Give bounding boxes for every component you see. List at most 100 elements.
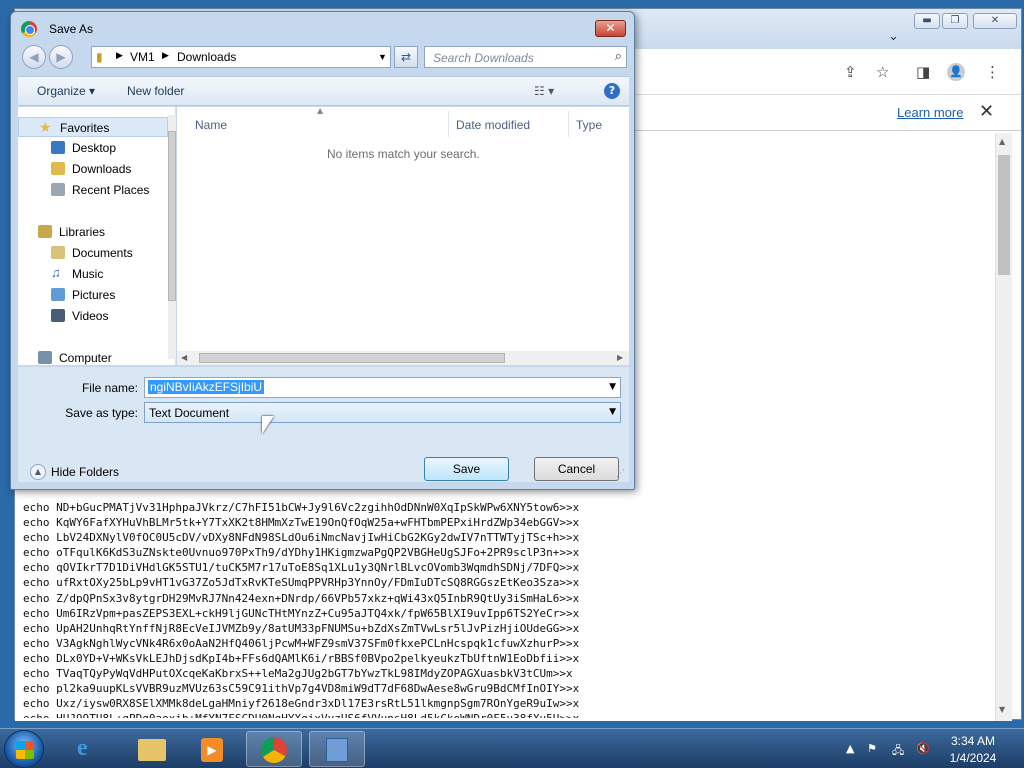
chrome-logo-icon [21,21,37,37]
menu-kebab-icon[interactable]: ⋮ [985,65,1000,80]
save-button[interactable]: Save [424,457,509,481]
nav-favorites[interactable]: ★ Favorites [18,117,168,137]
learn-more-link[interactable]: Learn more [897,105,963,120]
nav-scrollbar[interactable] [168,115,176,359]
help-icon[interactable]: ? [604,83,620,99]
forward-button[interactable]: ▶ [49,45,73,69]
taskbar-notepad[interactable] [309,731,365,767]
save-as-type-select[interactable]: Text Document ▼ [144,402,621,423]
refresh-button[interactable]: ⇄ [394,46,418,68]
downloads-folder-icon [51,162,65,175]
nav-libraries[interactable]: Libraries [18,222,168,242]
view-options-icon[interactable]: ☷ ▾ [534,84,554,98]
nav-downloads-label: Downloads [72,162,132,176]
address-dropdown-icon[interactable]: ▼ [378,52,387,62]
save-as-dialog: Save As ✕ ◀ ▶ ▮ ▶ VM1 ▶ Downloads ▼ ⇄ Se… [10,11,635,490]
media-player-icon: ▶ [201,738,223,762]
file-name-label: File name: [81,381,138,395]
file-name-value: ngiNBvIiAkzEFSjIbiU [148,380,265,394]
nav-videos[interactable]: Videos [18,306,168,326]
dialog-close-button[interactable]: ✕ [595,20,626,37]
recent-places-icon [51,183,65,196]
hide-folders-chevron-icon[interactable]: ▲ [30,464,46,480]
column-type[interactable]: Type [576,118,602,132]
bookmark-star-icon[interactable]: ☆ [876,65,889,80]
network-icon[interactable]: 🖧 [892,742,904,761]
chrome-icon [261,737,287,763]
nav-downloads[interactable]: Downloads [18,159,168,179]
nav-recent-label: Recent Places [72,183,150,197]
breadcrumb-vm1[interactable]: VM1 [130,50,155,64]
command-bar: Organize ▾ New folder ☷ ▾ ? [18,76,629,106]
side-panel-icon[interactable]: ◨ [916,65,930,80]
file-list-scrollbar-thumb[interactable] [199,353,505,363]
nav-music[interactable]: ♫ Music [18,264,168,284]
save-as-type-dropdown-icon[interactable]: ▼ [609,407,616,417]
file-name-dropdown-icon[interactable]: ▼ [609,382,616,392]
nav-recent-places[interactable]: Recent Places [18,180,168,200]
nav-scrollbar-thumb[interactable] [168,131,176,301]
new-folder-button[interactable]: New folder [127,84,184,98]
console-line: echo Um6IRzVpm+pasZEPS3EXL+ckH9ljGUNcTHt… [23,606,580,620]
scroll-up-arrow-icon[interactable]: ▲ [999,137,1005,146]
videos-icon [51,309,65,322]
clock-time[interactable]: 3:34 AM [938,734,1008,748]
breadcrumb-downloads[interactable]: Downloads [177,50,236,64]
file-name-input[interactable]: ngiNBvIiAkzEFSjIbiU ▼ [144,377,621,398]
address-bar[interactable]: ▮ ▶ VM1 ▶ Downloads ▼ [91,46,391,68]
organize-menu[interactable]: Organize ▾ [37,84,95,98]
nav-desktop-label: Desktop [72,141,117,155]
nav-documents[interactable]: Documents [18,243,168,263]
nav-desktop[interactable]: Desktop [18,138,168,158]
resize-grip-icon[interactable]: ⋰ [616,469,625,479]
hide-folders-button[interactable]: Hide Folders [51,465,119,479]
tab-search-icon[interactable]: ⌄ [888,29,899,44]
console-line: echo HUJ99TU8L+gPDg0aoxib+MfYN7FSCDU0NgH… [23,711,663,718]
empty-message: No items match your search. [327,147,480,161]
back-button[interactable]: ◀ [22,45,46,69]
file-list-scrollbar[interactable]: ◀ ▶ [177,351,629,365]
column-name[interactable]: Name [195,118,227,132]
action-center-icon[interactable]: ⚑ [867,742,877,755]
nav-computer[interactable]: Computer [18,348,168,368]
search-box[interactable]: Search Downloads ⌕ [424,46,627,68]
file-list: Name ▲ Date modified Type No items match… [177,106,629,365]
infobar-close-icon[interactable]: ✕ [979,101,994,122]
sort-arrow-icon: ▲ [317,106,324,115]
search-icon[interactable]: ⌕ [615,49,622,64]
dialog-title: Save As [49,22,94,36]
taskbar-internet-explorer[interactable]: e [63,731,119,767]
nav-pictures[interactable]: Pictures [18,285,168,305]
start-button[interactable] [4,730,44,768]
column-date-modified[interactable]: Date modified [456,118,530,132]
clock-date[interactable]: 1/4/2024 [938,751,1008,765]
star-icon: ★ [39,119,52,135]
column-divider[interactable] [448,111,449,137]
cancel-button[interactable]: Cancel [534,457,619,481]
maximize-button[interactable]: ❐ [942,13,968,29]
share-icon[interactable]: ⇪ [844,65,857,80]
console-line: echo KqWY6FafXYHuVhBLMr5tk+Y7TxXK2t8HMmX… [23,516,580,530]
mouse-cursor-icon [262,416,274,434]
libraries-icon [38,225,52,238]
taskbar-file-explorer[interactable] [124,731,180,767]
scroll-left-arrow-icon[interactable]: ◀ [181,353,187,362]
nav-pictures-label: Pictures [72,288,116,302]
desktop-icon [51,141,65,154]
scroll-right-arrow-icon[interactable]: ▶ [617,353,623,362]
close-window-button[interactable]: ✕ [973,13,1017,29]
page-scrollbar[interactable]: ▲ ▼ [995,133,1012,721]
show-hidden-icons-icon[interactable]: ▲ [846,742,854,755]
nav-documents-label: Documents [72,246,133,260]
profile-avatar-icon[interactable]: 👤 [947,63,965,81]
scroll-down-arrow-icon[interactable]: ▼ [999,705,1005,714]
volume-muted-icon[interactable]: 🔇 [916,742,930,755]
minimize-button[interactable]: ▬ [914,13,940,29]
taskbar-chrome[interactable] [246,731,302,767]
nav-videos-label: Videos [72,309,109,323]
taskbar-media-player[interactable]: ▶ [185,731,241,767]
column-divider[interactable] [568,111,569,137]
windows-logo-icon [16,741,34,759]
scrollbar-thumb[interactable] [998,155,1010,275]
console-line: echo TVaqTQyPyWqVdHPutOXcqeKaKbrxS++leMa… [23,667,573,681]
